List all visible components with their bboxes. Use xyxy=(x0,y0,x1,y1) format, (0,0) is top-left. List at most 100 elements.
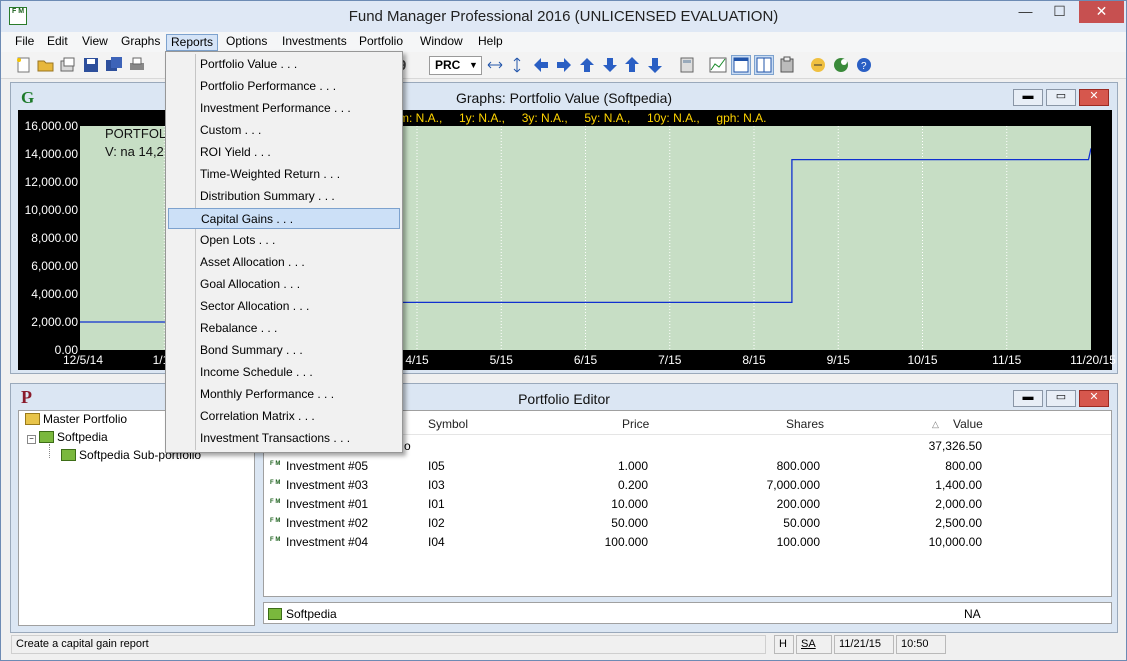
graph-minimize-button[interactable]: ▬ xyxy=(1013,89,1043,106)
x-tick-label: 11/15 xyxy=(992,353,1022,367)
arrow-up-double-icon[interactable] xyxy=(623,56,641,74)
y-tick-label: 16,000.00 xyxy=(24,119,78,133)
investment-price: 50.000 xyxy=(611,516,648,530)
investment-symbol: I01 xyxy=(428,497,445,511)
investment-shares: 100.000 xyxy=(776,535,820,549)
column-header-value[interactable]: Value xyxy=(953,417,983,431)
menu-file[interactable]: File xyxy=(11,34,38,51)
reports-menu-item-time-weighted-return[interactable]: Time-Weighted Return . . . xyxy=(168,164,400,185)
investment-value: 1,400.00 xyxy=(935,478,982,492)
column-header-symbol[interactable]: Symbol xyxy=(428,417,468,431)
menu-options[interactable]: Options xyxy=(222,34,271,51)
table-row[interactable]: F M Investment #03 I03 0.200 7,000.000 1,400.… xyxy=(264,477,1111,495)
arrow-down-icon[interactable] xyxy=(601,56,619,74)
calculator-icon[interactable] xyxy=(678,56,696,74)
open-folder-icon[interactable] xyxy=(37,56,55,74)
column-header-shares[interactable]: Shares xyxy=(786,417,824,431)
editor-close-button[interactable]: ✕ xyxy=(1079,390,1109,407)
help-pointer-icon[interactable] xyxy=(809,56,827,74)
status-h-indicator: H xyxy=(774,635,794,654)
investment-icon: F M xyxy=(270,480,281,486)
window-cascade-icon[interactable] xyxy=(754,55,774,75)
collapse-icon[interactable]: − xyxy=(27,435,36,444)
price-type-select[interactable]: PRC ▼ xyxy=(429,56,482,75)
investment-symbol: I02 xyxy=(428,516,445,530)
chart-icon[interactable] xyxy=(709,56,727,74)
arrow-left-icon[interactable] xyxy=(532,56,550,74)
status-message: Create a capital gain report xyxy=(11,635,766,654)
maximize-button[interactable]: ☐ xyxy=(1043,1,1076,23)
reports-menu-item-income-schedule[interactable]: Income Schedule . . . xyxy=(168,362,400,383)
reports-menu-item-bond-summary[interactable]: Bond Summary . . . xyxy=(168,340,400,361)
table-row[interactable]: F M Investment #05 I05 1.000 800.000 800.00 xyxy=(264,458,1111,476)
menu-graphs[interactable]: Graphs xyxy=(117,34,164,51)
reports-menu-item-investment-transactions[interactable]: Investment Transactions . . . xyxy=(168,428,400,449)
y-tick-label: 10,000.00 xyxy=(24,203,78,217)
sort-ascending-icon: △ xyxy=(932,419,939,429)
reports-menu-item-custom[interactable]: Custom . . . xyxy=(168,120,400,141)
tree-item-softpedia[interactable]: − Softpedia xyxy=(27,430,108,444)
reports-menu-item-correlation-matrix[interactable]: Correlation Matrix . . . xyxy=(168,406,400,427)
arrow-right-icon[interactable] xyxy=(555,56,573,74)
reports-menu-item-asset-allocation[interactable]: Asset Allocation . . . xyxy=(168,252,400,273)
reports-menu-item-sector-allocation[interactable]: Sector Allocation . . . xyxy=(168,296,400,317)
close-button[interactable]: ✕ xyxy=(1079,1,1124,23)
x-tick-label: 5/15 xyxy=(489,353,513,367)
table-row[interactable]: F M Investment #01 I01 10.000 200.000 2,000.0… xyxy=(264,496,1111,514)
tip-icon[interactable] xyxy=(832,56,850,74)
x-tick-label: 6/15 xyxy=(573,353,598,367)
arrow-up-icon[interactable] xyxy=(578,56,596,74)
investment-icon: F M xyxy=(270,499,281,505)
menu-edit[interactable]: Edit xyxy=(43,34,72,51)
reports-menu-item-rebalance[interactable]: Rebalance . . . xyxy=(168,318,400,339)
print-icon[interactable] xyxy=(128,56,146,74)
save-all-icon[interactable] xyxy=(105,56,123,74)
y-tick-label: 14,000.00 xyxy=(24,147,78,161)
investment-value: 800.00 xyxy=(945,459,982,473)
investment-icon: F M xyxy=(270,461,281,467)
menu-investments[interactable]: Investments xyxy=(278,34,351,51)
column-header-price[interactable]: Price xyxy=(622,417,649,431)
editor-minimize-button[interactable]: ▬ xyxy=(1013,390,1043,407)
menu-view[interactable]: View xyxy=(78,34,112,51)
menu-help[interactable]: Help xyxy=(474,34,507,51)
app-window: F M Fund Manager Professional 2016 (UNLI… xyxy=(0,0,1127,661)
reports-menu-item-portfolio-value[interactable]: Portfolio Value . . . xyxy=(168,54,400,75)
zoom-horizontal-icon[interactable] xyxy=(486,56,504,74)
reports-menu-item-open-lots[interactable]: Open Lots . . . xyxy=(168,230,400,251)
reports-menu-item-portfolio-performance[interactable]: Portfolio Performance . . . xyxy=(168,76,400,97)
menu-portfolio[interactable]: Portfolio xyxy=(355,34,407,51)
footer-portfolio-value: NA xyxy=(964,607,981,621)
reports-menu-item-roi-yield[interactable]: ROI Yield . . . xyxy=(168,142,400,163)
tree-item-master-portfolio[interactable]: Master Portfolio xyxy=(25,412,127,426)
window-tile-icon[interactable] xyxy=(731,55,751,75)
graph-restore-button[interactable]: ▭ xyxy=(1046,89,1076,106)
investment-symbol: I03 xyxy=(428,478,445,492)
chart-legend-title: PORTFOLI xyxy=(105,126,170,141)
investment-price: 0.200 xyxy=(617,478,648,492)
y-tick-label: 12,000.00 xyxy=(24,175,78,189)
reports-menu-item-monthly-performance[interactable]: Monthly Performance . . . xyxy=(168,384,400,405)
investment-symbol: I05 xyxy=(428,459,445,473)
minimize-button[interactable]: — xyxy=(1009,1,1042,23)
zoom-vertical-icon[interactable] xyxy=(508,56,526,74)
save-icon[interactable] xyxy=(82,56,100,74)
reports-menu-item-investment-performance[interactable]: Investment Performance . . . xyxy=(168,98,400,119)
clipboard-icon[interactable] xyxy=(778,56,796,74)
menu-window[interactable]: Window xyxy=(416,34,467,51)
open-multiple-icon[interactable] xyxy=(59,56,77,74)
menu-reports[interactable]: Reports xyxy=(166,34,219,51)
reports-menu-item-goal-allocation[interactable]: Goal Allocation . . . xyxy=(168,274,400,295)
about-icon[interactable]: ? xyxy=(855,56,873,74)
editor-restore-button[interactable]: ▭ xyxy=(1046,390,1076,407)
total-row-value: 37,326.50 xyxy=(928,439,982,453)
table-row[interactable]: F M Investment #02 I02 50.000 50.000 2,500.00 xyxy=(264,515,1111,533)
arrow-down-double-icon[interactable] xyxy=(646,56,664,74)
portfolio-footer-row[interactable]: Softpedia NA xyxy=(263,602,1112,624)
graph-close-button[interactable]: ✕ xyxy=(1079,89,1109,106)
reports-menu-item-capital-gains[interactable]: Capital Gains . . . xyxy=(168,208,400,229)
title-bar[interactable]: F M Fund Manager Professional 2016 (UNLI… xyxy=(1,1,1126,32)
reports-menu-item-distribution-summary[interactable]: Distribution Summary . . . xyxy=(168,186,400,207)
table-row[interactable]: F M Investment #04 I04 100.000 100.000 10,000… xyxy=(264,534,1111,552)
new-file-icon[interactable] xyxy=(15,56,33,74)
